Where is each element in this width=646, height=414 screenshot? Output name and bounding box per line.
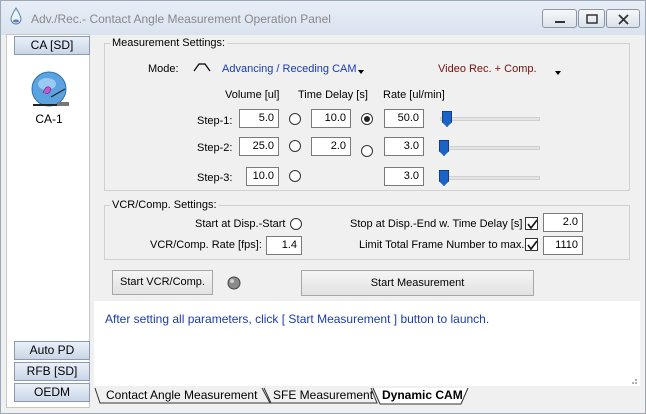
- title-bar: Adv./Rec.- Contact Angle Measurement Ope…: [1, 1, 645, 35]
- sidebar: CA [SD] CA-1 Auto PD RFB [SD] OEDM: [6, 34, 90, 408]
- minimize-icon: [555, 21, 565, 23]
- step2-label: Step-2:: [197, 142, 233, 154]
- delay-column-header: Time Delay [s]: [298, 89, 368, 101]
- start-at-disp-label: Start at Disp.-Start: [195, 218, 286, 230]
- step1-delay-radio[interactable]: [289, 113, 301, 125]
- limit-frames-checkbox[interactable]: [525, 238, 538, 251]
- step2-delay-radio[interactable]: [289, 140, 301, 152]
- video-dropdown-icon[interactable]: [554, 70, 562, 76]
- step2-rate-radio[interactable]: [361, 145, 373, 157]
- step1-rate-slider-track[interactable]: [440, 117, 540, 121]
- oedm-button[interactable]: OEDM: [14, 383, 90, 402]
- tab-strip: Contact Angle Measurement SFE Measuremen…: [94, 384, 640, 406]
- limit-frames-field[interactable]: 1110: [543, 236, 583, 255]
- step2-rate-field[interactable]: 3.0: [384, 137, 424, 156]
- close-icon: [618, 14, 629, 25]
- step2-volume-field[interactable]: 25.0: [239, 137, 279, 156]
- status-message: After setting all parameters, click [ St…: [105, 312, 490, 326]
- stop-at-disp-label: Stop at Disp.-End w. Time Delay [s]: [350, 218, 523, 230]
- start-vcr-button[interactable]: Start VCR/Comp.: [112, 270, 213, 295]
- message-area: After setting all parameters, click [ St…: [94, 301, 640, 386]
- step1-delay-field[interactable]: 10.0: [311, 109, 351, 128]
- stop-at-disp-checkbox[interactable]: [525, 217, 538, 230]
- ca-measurement-logo-icon[interactable]: [27, 67, 75, 115]
- step3-rate-field[interactable]: 3.0: [384, 167, 424, 186]
- close-button[interactable]: [606, 9, 640, 28]
- checkmark-icon: [527, 240, 538, 251]
- step1-rate-field[interactable]: 50.0: [384, 109, 424, 128]
- step1-volume-field[interactable]: 5.0: [239, 109, 279, 128]
- mode-select[interactable]: Advancing / Receding CAM: [222, 63, 357, 75]
- measurement-settings-title: Measurement Settings:: [110, 37, 228, 49]
- checkmark-icon: [527, 219, 538, 230]
- rfb-sd-button[interactable]: RFB [SD]: [14, 362, 90, 381]
- step3-rate-slider-track[interactable]: [440, 176, 540, 180]
- tab-contact-angle[interactable]: Contact Angle Measurement: [106, 384, 257, 406]
- mode-label: Mode:: [148, 63, 179, 75]
- step3-label: Step-3:: [197, 172, 233, 184]
- start-at-disp-radio[interactable]: [290, 218, 302, 230]
- step3-volume-field[interactable]: 10.0: [246, 167, 279, 186]
- video-mode-select[interactable]: Video Rec. + Comp.: [438, 63, 537, 75]
- mode-dropdown-icon[interactable]: [357, 69, 365, 75]
- restore-icon: [586, 14, 598, 24]
- minimize-button[interactable]: [542, 9, 577, 28]
- tab-sfe[interactable]: SFE Measurement: [273, 384, 373, 406]
- limit-frames-label: Limit Total Frame Number to max.: [359, 239, 525, 251]
- maximize-button[interactable]: [578, 9, 605, 28]
- step3-delay-radio[interactable]: [289, 170, 301, 182]
- vcr-rate-label: VCR/Comp. Rate [fps]:: [150, 239, 262, 251]
- mode-curve-icon: [193, 63, 211, 72]
- rate-column-header: Rate [ul/min]: [383, 89, 445, 101]
- tab-dynamic-cam[interactable]: Dynamic CAM: [382, 384, 463, 406]
- ca-sd-button[interactable]: CA [SD]: [14, 36, 90, 55]
- vcr-settings-title: VCR/Comp. Settings:: [110, 199, 219, 211]
- step2-delay-field[interactable]: 2.0: [311, 137, 351, 156]
- step2-rate-slider-track[interactable]: [440, 146, 540, 150]
- start-measurement-button[interactable]: Start Measurement: [301, 270, 534, 296]
- window-title: Adv./Rec.- Contact Angle Measurement Ope…: [31, 12, 331, 26]
- volume-column-header: Volume [ul]: [225, 89, 280, 101]
- stop-delay-field[interactable]: 2.0: [543, 213, 583, 232]
- status-led-icon: [227, 276, 241, 290]
- vcr-rate-field[interactable]: 1.4: [266, 236, 302, 255]
- step1-label: Step-1:: [197, 115, 233, 127]
- app-drop-icon: [10, 7, 22, 25]
- ca1-label: CA-1: [35, 112, 63, 126]
- auto-pd-button[interactable]: Auto PD: [14, 341, 90, 360]
- step1-rate-radio[interactable]: [361, 113, 373, 125]
- app-window: Adv./Rec.- Contact Angle Measurement Ope…: [0, 0, 646, 414]
